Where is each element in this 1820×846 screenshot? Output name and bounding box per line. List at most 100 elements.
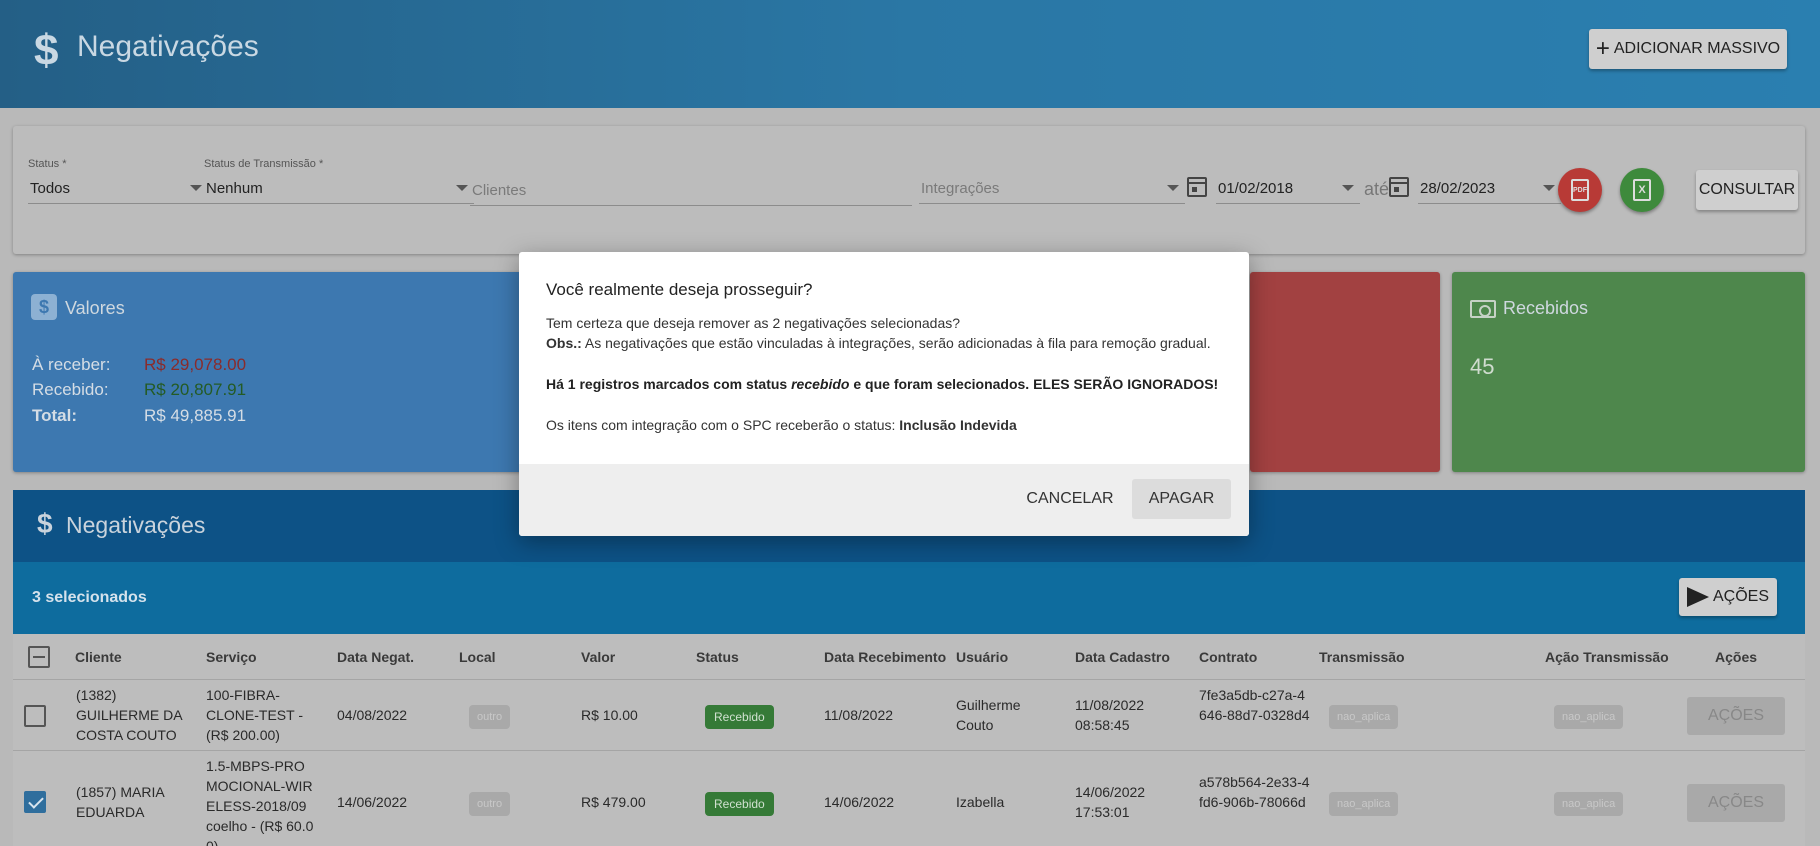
cell-valor: R$ 10.00 [581, 707, 638, 723]
received-count: 45 [1470, 354, 1495, 379]
export-pdf-button[interactable]: PDF [1558, 168, 1602, 212]
col-cliente[interactable]: Cliente [75, 649, 122, 665]
row-actions-button[interactable]: AÇÕES [1687, 697, 1785, 735]
money-icon [1470, 300, 1496, 318]
values-card-title: Valores [65, 298, 125, 318]
section-title: Negativações [66, 512, 206, 538]
status-value: Todos [30, 180, 71, 197]
filter-card: Status * Todos Status de Transmissão * N… [13, 126, 1805, 254]
send-icon [1686, 587, 1709, 607]
col-transmissao[interactable]: Transmissão [1319, 649, 1405, 665]
transmission-action-chip: nao_aplica [1554, 705, 1624, 729]
dialog-spc-info: Os itens com integração com o SPC recebe… [546, 417, 1017, 433]
selected-count: 3 selecionados [32, 589, 147, 606]
status-label: Status * [28, 158, 67, 170]
cell-data-cadastro: 14/06/2022 17:53:01 [1075, 784, 1146, 820]
local-chip: outro [469, 792, 511, 816]
col-servico[interactable]: Serviço [206, 649, 257, 665]
page-title: Negativações [77, 30, 259, 63]
calendar-icon[interactable] [1187, 177, 1207, 197]
transmission-status-label: Status de Transmissão * [204, 158, 324, 170]
transmission-status-value: Nenhum [206, 180, 263, 197]
transmission-status-select[interactable]: Status de Transmissão * Nenhum [204, 158, 474, 204]
col-status[interactable]: Status [696, 649, 739, 665]
date-separator: até [1364, 179, 1390, 199]
cell-servico: 100-FIBRA-CLONE-TEST - (R$ 200.00) [206, 687, 303, 743]
plus-icon: + [1595, 35, 1610, 62]
col-data-cadastro[interactable]: Data Cadastro [1075, 649, 1170, 665]
col-data-negat[interactable]: Data Negat. [337, 649, 414, 665]
consult-button[interactable]: CONSULTAR [1696, 170, 1798, 210]
col-data-recebimento[interactable]: Data Recebimento [824, 649, 946, 665]
calendar-icon[interactable] [1389, 177, 1409, 197]
integrations-placeholder: Integrações [921, 180, 1000, 197]
date-from-value: 01/02/2018 [1218, 180, 1294, 197]
clients-placeholder: Clientes [472, 182, 527, 199]
dollar-icon: $ [34, 26, 59, 75]
dialog-obs: Obs.: As negativações que estão vinculad… [546, 335, 1211, 351]
row-checkbox[interactable] [24, 705, 46, 727]
selection-bar: 3 selecionados AÇÕES [13, 562, 1805, 634]
cell-cliente: (1382) GUILHERME DA COSTA COUTO [76, 687, 182, 743]
page-header: $ Negativações + ADICIONAR MASSIVO [0, 0, 1820, 108]
date-to-field[interactable]: 28/02/2023 [1418, 164, 1561, 204]
received-label: Recebido: [32, 380, 109, 399]
table-header: Cliente Serviço Data Negat. Local Valor … [13, 634, 1805, 680]
values-card: $ Valores À receber: R$ 29,078.00 Recebi… [13, 272, 527, 472]
table-row: (1382) GUILHERME DA COSTA COUTO 100-FIBR… [13, 681, 1805, 751]
local-chip: outro [469, 705, 511, 729]
cell-valor: R$ 479.00 [581, 794, 646, 810]
col-usuario[interactable]: Usuário [956, 649, 1008, 665]
chevron-down-icon [456, 185, 468, 191]
row-checkbox[interactable] [24, 791, 46, 813]
dialog-footer: CANCELAR APAGAR [519, 464, 1249, 536]
cell-contrato: a578b564-2e33-4fd6-906b-78066d [1199, 774, 1310, 810]
chevron-down-icon [190, 185, 202, 191]
col-acoes: Ações [1715, 649, 1758, 665]
dialog-obs-label: Obs.: [546, 335, 582, 351]
add-massive-label: ADICIONAR MASSIVO [1613, 40, 1781, 57]
col-contrato[interactable]: Contrato [1199, 649, 1257, 665]
confirm-delete-button[interactable]: APAGAR [1132, 479, 1231, 519]
dialog-title: Você realmente deseja prosseguir? [546, 280, 813, 299]
status-badge: Recebido [705, 792, 774, 816]
dollar-icon: $ [37, 508, 53, 539]
integrations-select[interactable]: Integrações [919, 164, 1185, 204]
table-row: (1857) MARIA EDUARDA 1.5-MBPS-PROMOCIONA… [13, 752, 1805, 846]
total-label: Total: [32, 406, 78, 425]
dialog-obs-text: As negativações que estão vinculadas à i… [581, 335, 1211, 351]
dialog-warning-a: Há 1 registros marcados com status [546, 376, 792, 392]
chevron-down-icon [1543, 185, 1555, 191]
dialog-spc-status: Inclusão Indevida [899, 417, 1017, 433]
received-card-title: Recebidos [1503, 298, 1589, 318]
export-excel-button[interactable]: X [1620, 168, 1664, 212]
dialog-warning: Há 1 registros marcados com status receb… [546, 376, 1218, 392]
col-local[interactable]: Local [459, 649, 496, 665]
transmission-chip: nao_aplica [1329, 705, 1399, 729]
cell-contrato: 7fe3a5db-c27a-4646-88d7-0328d4 [1199, 687, 1310, 723]
col-valor[interactable]: Valor [581, 649, 615, 665]
bulk-actions-button[interactable]: AÇÕES [1679, 578, 1777, 616]
date-from-field[interactable]: 01/02/2018 [1216, 164, 1360, 204]
dollar-icon: $ [31, 294, 57, 320]
cell-data-recebimento: 11/08/2022 [824, 707, 894, 723]
excel-icon: X [1633, 179, 1651, 201]
cell-usuario: Guilherme Couto [956, 697, 1021, 733]
received-card: Recebidos 45 [1452, 272, 1805, 472]
date-to-value: 28/02/2023 [1420, 180, 1496, 197]
cell-servico: 1.5-MBPS-PROMOCIONAL-WIRELESS-2018/09 co… [206, 758, 314, 846]
chevron-down-icon [1342, 185, 1354, 191]
received-value: R$ 20,807.91 [144, 380, 247, 399]
col-acao-transmissao[interactable]: Ação Transmissão [1545, 649, 1669, 665]
status-select[interactable]: Status * Todos [28, 158, 208, 204]
clients-input[interactable]: Clientes [470, 164, 912, 206]
select-all-checkbox[interactable] [28, 646, 50, 668]
pdf-icon: PDF [1571, 179, 1589, 201]
cell-data-cadastro: 11/08/2022 08:58:45 [1075, 697, 1145, 733]
transmission-chip: nao_aplica [1329, 792, 1399, 816]
dialog-warning-c: e que foram selecionados. ELES SERÃO IGN… [849, 376, 1219, 392]
add-massive-button[interactable]: + ADICIONAR MASSIVO [1589, 29, 1787, 69]
to-receive-value: R$ 29,078.00 [144, 355, 247, 374]
cancel-button[interactable]: CANCELAR [1017, 479, 1123, 519]
row-actions-button[interactable]: AÇÕES [1687, 784, 1785, 822]
